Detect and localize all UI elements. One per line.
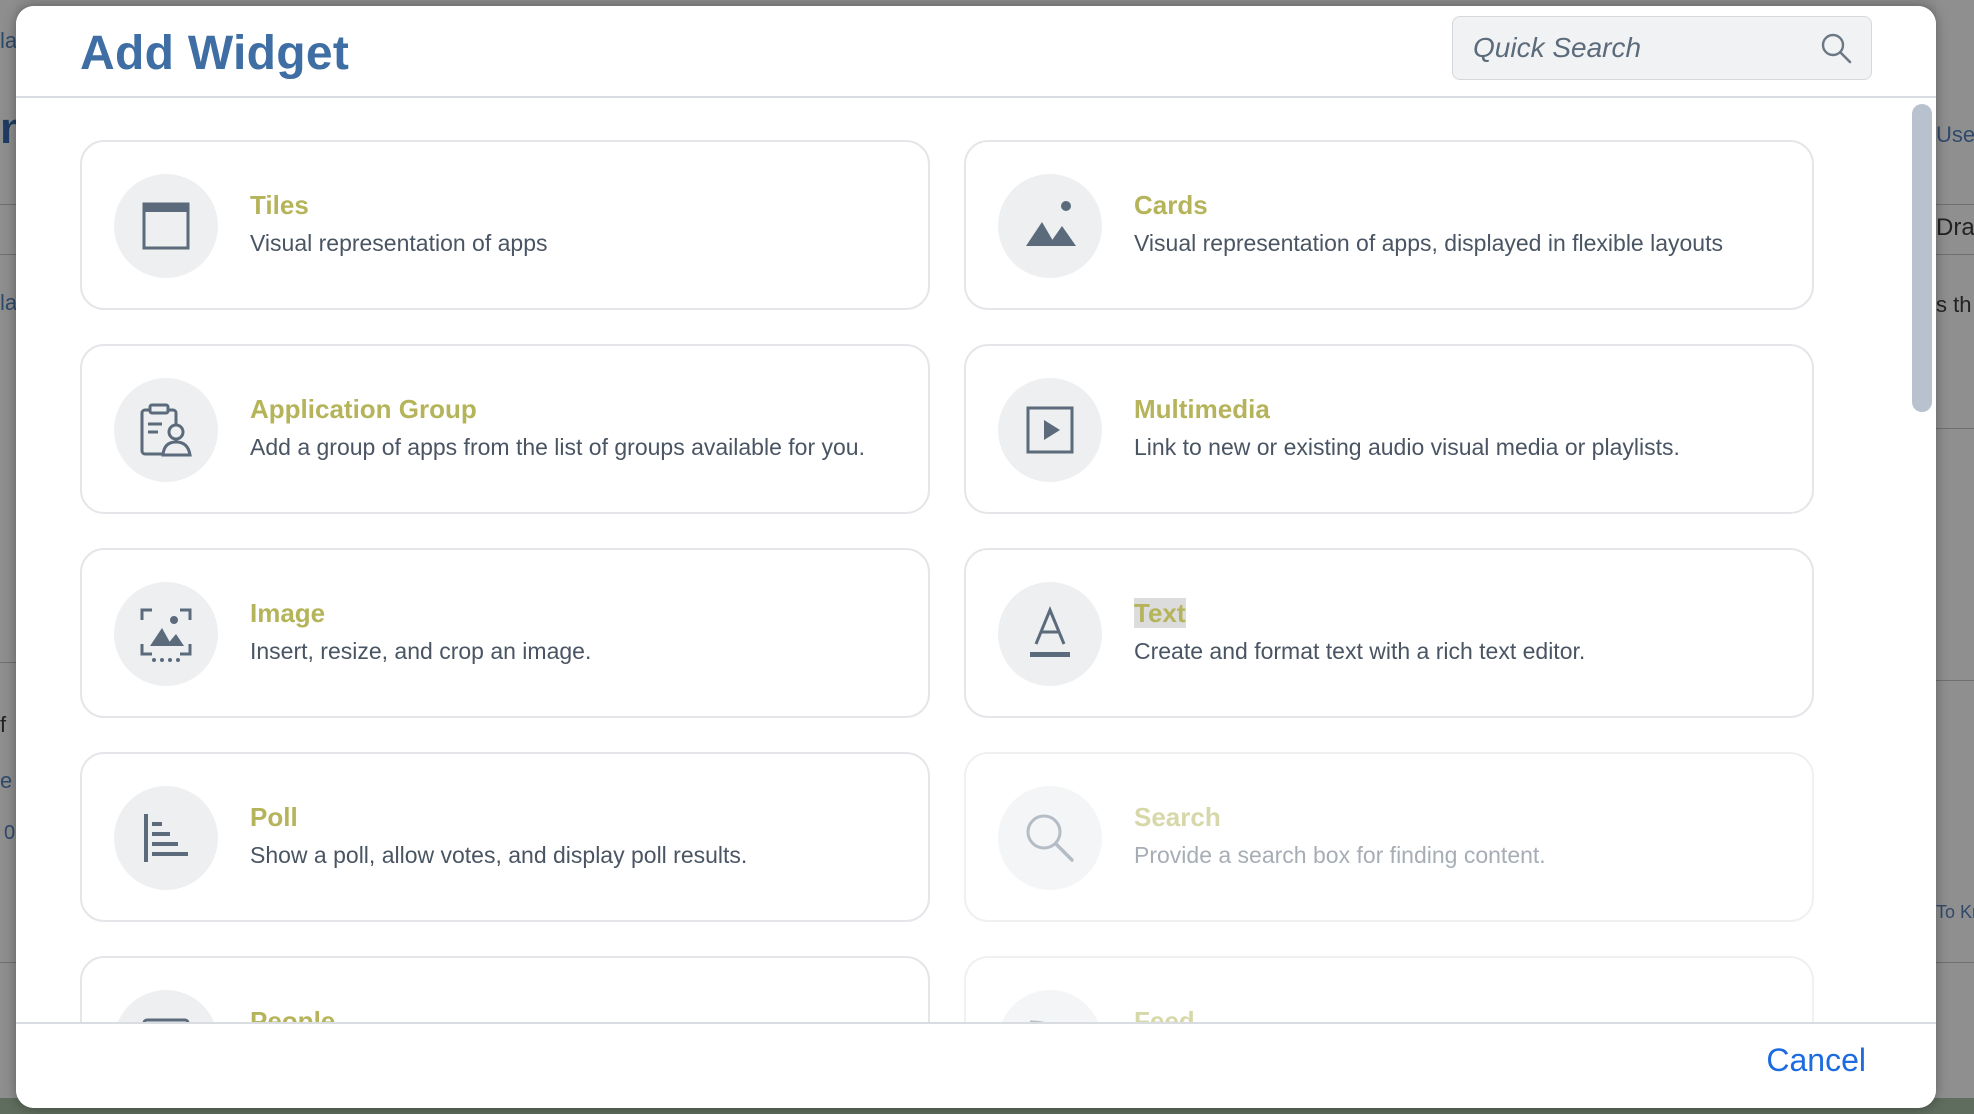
search-icon[interactable] (1819, 31, 1853, 65)
widget-title: Image (250, 598, 326, 628)
widget-card-tiles[interactable]: Tiles Visual representation of apps (80, 140, 930, 310)
widget-description: Show a poll, allow votes, and display po… (250, 842, 748, 868)
widget-card-application-group[interactable]: Application Group Add a group of apps fr… (80, 344, 930, 514)
widget-icon-wrap (114, 990, 218, 1022)
widget-icon-wrap (998, 990, 1102, 1022)
background-text: la (0, 28, 16, 53)
background-divider (1936, 204, 1974, 205)
widget-title: Tiles (250, 190, 309, 220)
widget-title: Poll (250, 802, 298, 832)
background-text: Draft (1936, 214, 1974, 241)
dialog-title: Add Widget (80, 27, 350, 80)
background-text: s th (1936, 292, 1972, 317)
widget-icon-wrap (114, 378, 218, 482)
background-divider (1936, 254, 1974, 255)
scrollbar-thumb[interactable] (1912, 104, 1932, 412)
widget-title: Application Group (250, 394, 477, 424)
widget-list: Tiles Visual representation of apps Card… (16, 98, 1936, 1022)
background-divider (1936, 428, 1974, 429)
widget-description: Provide a search box for finding content… (1134, 842, 1546, 868)
background-divider (1936, 962, 1974, 963)
background-text: f (0, 712, 7, 737)
widget-title: Cards (1134, 190, 1208, 220)
background-divider (0, 662, 16, 663)
widget-icon-wrap (114, 174, 218, 278)
add-widget-dialog: Add Widget Tiles Visual representation o… (16, 6, 1936, 1108)
widget-title: Feed (1134, 1006, 1195, 1022)
background-heading: n (0, 104, 16, 153)
background-divider (1936, 680, 1974, 681)
quick-search-box[interactable] (1452, 16, 1872, 80)
search-highlight: Text (1134, 598, 1186, 628)
widget-description: Create and format text with a rich text … (1134, 638, 1586, 664)
feed-icon (1030, 1020, 1045, 1022)
widget-card-cards[interactable]: Cards Visual representation of apps, dis… (964, 140, 1814, 310)
background-right-panel (1936, 0, 1974, 1114)
widget-icon-wrap (114, 582, 218, 686)
magnifier-icon (1026, 814, 1074, 862)
landscape-icon (1026, 201, 1076, 246)
widget-description: Visual representation of apps, displayed… (1134, 230, 1723, 256)
widget-title: Text (1134, 598, 1186, 629)
widget-title: Search (1134, 802, 1221, 832)
window-icon (142, 202, 190, 250)
widget-card-feed: Feed (964, 956, 1814, 1022)
background-left-strip (0, 0, 16, 1114)
widget-icon-wrap (998, 582, 1102, 686)
clipboard-user-icon (140, 403, 192, 457)
widget-title: Multimedia (1134, 394, 1270, 424)
background-divider (0, 254, 16, 255)
background-text: To Kn (1936, 902, 1974, 922)
background-text: User (1936, 122, 1974, 147)
background-text: 0 (4, 822, 16, 844)
image-crop-icon (140, 608, 192, 662)
widget-description: Link to new or existing audio visual med… (1134, 434, 1680, 460)
background-divider (0, 204, 16, 205)
widget-description: Insert, resize, and crop an image. (250, 638, 592, 664)
widget-icon-wrap (114, 786, 218, 890)
widget-description: Visual representation of apps (250, 230, 548, 256)
background-divider (0, 962, 16, 963)
play-icon (1026, 406, 1074, 454)
widget-description: Add a group of apps from the list of gro… (250, 434, 865, 460)
widget-card-poll[interactable]: Poll Show a poll, allow votes, and displ… (80, 752, 930, 922)
widget-title: People (250, 1006, 336, 1022)
background-text: la (0, 290, 16, 315)
people-icon (142, 1018, 190, 1022)
widget-icon-wrap (998, 174, 1102, 278)
widget-card-multimedia[interactable]: Multimedia Link to new or existing audio… (964, 344, 1814, 514)
dialog-footer: Cancel (16, 1022, 1936, 1108)
background-link: e (0, 768, 13, 793)
text-format-icon (1030, 606, 1070, 657)
bar-chart-icon (144, 814, 188, 862)
cancel-button[interactable]: Cancel (1766, 1042, 1866, 1079)
widget-icon-wrap (998, 378, 1102, 482)
widget-card-image[interactable]: Image Insert, resize, and crop an image. (80, 548, 930, 718)
widget-card-search: Search Provide a search box for finding … (964, 752, 1814, 922)
widget-card-text[interactable]: Text Create and format text with a rich … (964, 548, 1814, 718)
widget-card-people[interactable]: People (80, 956, 930, 1022)
quick-search-input[interactable] (1473, 17, 1813, 79)
widget-icon-wrap (998, 786, 1102, 890)
dialog-header: Add Widget (16, 6, 1936, 98)
